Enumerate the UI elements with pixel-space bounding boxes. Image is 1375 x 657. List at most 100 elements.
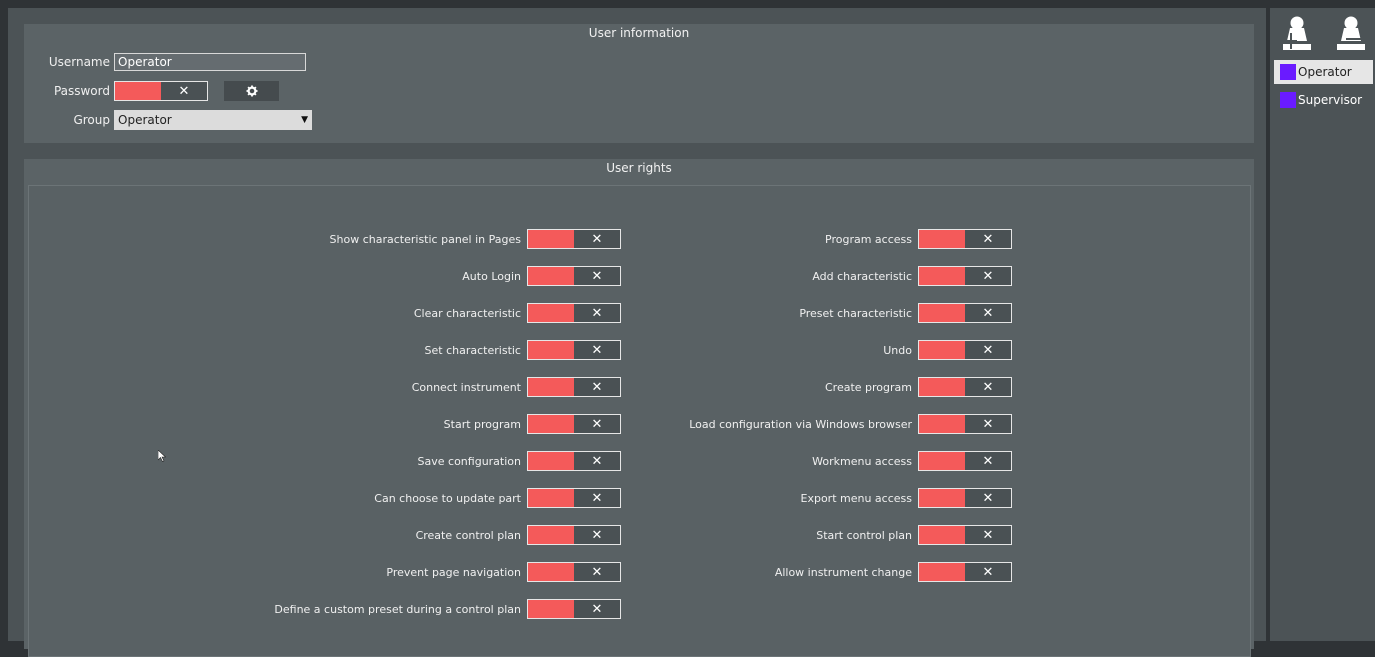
user-right-row: Export menu access ✕ — [592, 487, 1012, 509]
close-icon: ✕ — [178, 83, 190, 99]
user-right-row: Can choose to update part ✕ — [199, 487, 621, 509]
main-content: User information Username Password ✕ — [8, 8, 1266, 657]
close-icon: ✕ — [982, 379, 994, 395]
toggle-on-fill — [919, 489, 965, 507]
user-color-swatch — [1280, 64, 1296, 80]
user-right-row: Save configuration ✕ — [199, 450, 621, 472]
toggle-on-fill — [528, 267, 574, 285]
toggle-on-fill — [528, 304, 574, 322]
toggle-on-fill — [919, 452, 965, 470]
user-right-row: Auto Login ✕ — [199, 265, 621, 287]
close-icon: ✕ — [982, 231, 994, 247]
user-right-toggle[interactable]: ✕ — [918, 266, 1012, 286]
user-list-item[interactable]: Supervisor — [1274, 88, 1373, 112]
user-right-toggle[interactable]: ✕ — [918, 414, 1012, 434]
dropdown-caret-icon: ▼ — [301, 115, 308, 125]
user-right-label: Set characteristic — [424, 343, 521, 357]
group-select[interactable]: Operator ▼ — [114, 110, 312, 130]
user-right-label: Start control plan — [816, 528, 912, 542]
user-right-toggle[interactable]: ✕ — [527, 599, 621, 619]
close-icon: ✕ — [982, 490, 994, 506]
toggle-on-fill — [115, 82, 161, 100]
user-right-toggle[interactable]: ✕ — [918, 451, 1012, 471]
user-right-label: Load configuration via Windows browser — [689, 417, 912, 431]
user-right-toggle[interactable]: ✕ — [918, 340, 1012, 360]
toggle-on-fill — [528, 341, 574, 359]
user-right-row: Add characteristic ✕ — [592, 265, 1012, 287]
user-right-toggle[interactable]: ✕ — [918, 488, 1012, 508]
toggle-on-fill — [528, 415, 574, 433]
user-right-label: Save configuration — [417, 454, 521, 468]
user-right-row: Define a custom preset during a control … — [199, 598, 621, 620]
toggle-on-fill — [528, 600, 574, 618]
password-settings-button[interactable] — [224, 81, 279, 101]
group-label: Group — [73, 113, 110, 127]
group-row: Group Operator ▼ — [24, 109, 312, 131]
user-right-label: Connect instrument — [411, 380, 521, 394]
close-icon: ✕ — [982, 527, 994, 543]
user-right-row: Program access ✕ — [592, 228, 1012, 250]
close-icon: ✕ — [591, 601, 603, 617]
user-information-panel: User information Username Password ✕ — [24, 24, 1254, 143]
toggle-on-fill — [528, 378, 574, 396]
toggle-on-fill — [919, 415, 965, 433]
close-icon: ✕ — [982, 416, 994, 432]
user-information-title: User information — [588, 26, 690, 40]
user-right-label: Define a custom preset during a control … — [274, 602, 521, 616]
user-right-row: Set characteristic ✕ — [199, 339, 621, 361]
user-right-label: Auto Login — [462, 269, 521, 283]
user-right-label: Create program — [824, 380, 912, 394]
close-icon: ✕ — [982, 453, 994, 469]
user-right-row: Undo ✕ — [592, 339, 1012, 361]
toggle-on-fill — [919, 341, 965, 359]
add-user-icon[interactable] — [1280, 14, 1314, 54]
user-right-row: Allow instrument change ✕ — [592, 561, 1012, 583]
user-name: Supervisor — [1298, 93, 1363, 107]
user-right-label: Start program — [443, 417, 521, 431]
user-right-row: Load configuration via Windows browser ✕ — [592, 413, 1012, 435]
toggle-on-fill — [919, 230, 965, 248]
user-right-label: Can choose to update part — [374, 491, 521, 505]
toggle-on-fill — [528, 526, 574, 544]
username-input[interactable] — [114, 53, 306, 71]
user-right-row: Start program ✕ — [199, 413, 621, 435]
close-icon: ✕ — [982, 342, 994, 358]
user-right-label: Allow instrument change — [774, 565, 912, 579]
password-row: Password ✕ — [24, 80, 279, 102]
user-right-toggle[interactable]: ✕ — [918, 303, 1012, 323]
user-right-label: Preset characteristic — [799, 306, 912, 320]
user-right-row: Show characteristic panel in Pages ✕ — [199, 228, 621, 250]
user-rights-list: Show characteristic panel in Pages ✕ Auto … — [28, 185, 1251, 657]
user-list-item[interactable]: Operator — [1274, 60, 1373, 84]
username-row: Username — [24, 51, 306, 73]
username-label: Username — [48, 55, 110, 69]
toggle-on-fill — [919, 563, 965, 581]
user-right-toggle[interactable]: ✕ — [918, 562, 1012, 582]
user-right-row: Workmenu access ✕ — [592, 450, 1012, 472]
user-right-toggle[interactable]: ✕ — [918, 229, 1012, 249]
group-selected-value: Operator — [118, 113, 172, 127]
password-label: Password — [53, 84, 110, 98]
close-icon: ✕ — [982, 268, 994, 284]
user-rights-panel: User rights Show characteristic panel in… — [24, 159, 1254, 657]
close-icon: ✕ — [982, 564, 994, 580]
user-right-label: Export menu access — [800, 491, 913, 505]
sidebar-toolbar — [1270, 14, 1375, 56]
toggle-on-fill — [528, 489, 574, 507]
user-right-toggle[interactable]: ✕ — [918, 377, 1012, 397]
user-right-label: Program access — [825, 232, 912, 246]
gear-icon — [246, 85, 257, 97]
toggle-on-fill — [919, 526, 965, 544]
user-color-swatch — [1280, 92, 1296, 108]
password-toggle[interactable]: ✕ — [114, 81, 208, 101]
toggle-on-fill — [528, 452, 574, 470]
user-right-toggle[interactable]: ✕ — [918, 525, 1012, 545]
toggle-on-fill — [528, 563, 574, 581]
toggle-on-fill — [919, 378, 965, 396]
toggle-on-fill — [528, 230, 574, 248]
remove-user-icon[interactable] — [1334, 14, 1368, 54]
users-sidebar: Operator Supervisor — [1270, 8, 1375, 641]
toggle-on-fill — [919, 304, 965, 322]
user-right-label: Undo — [883, 343, 912, 357]
user-right-row: Preset characteristic ✕ — [592, 302, 1012, 324]
